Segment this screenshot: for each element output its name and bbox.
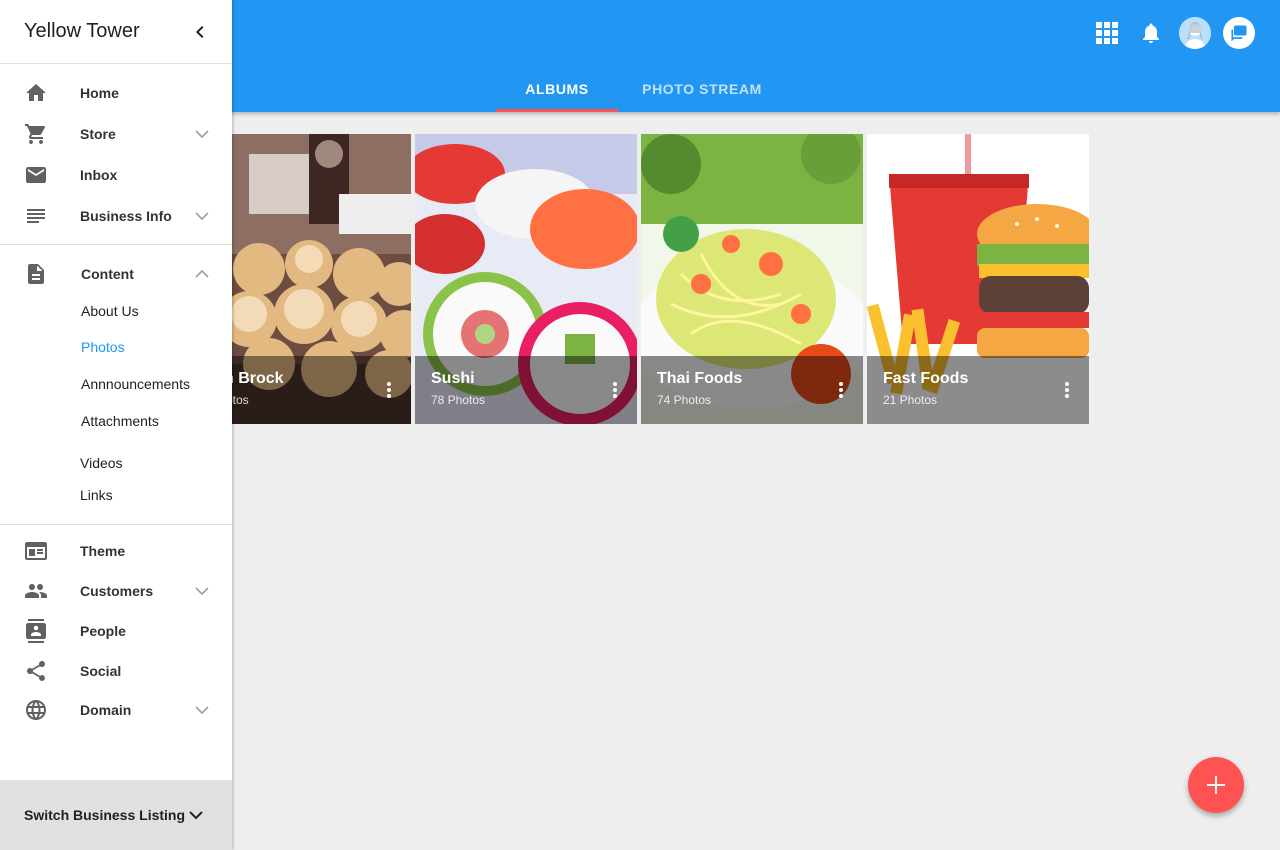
sidebar-item-social[interactable]: Social — [0, 651, 232, 691]
album-title: Thai Foods — [657, 370, 743, 387]
switch-business-listing-button[interactable]: Switch Business Listing — [0, 780, 232, 850]
add-album-button[interactable] — [1188, 757, 1244, 813]
card-caption-overlay — [867, 356, 1089, 424]
document-icon — [28, 264, 44, 284]
plus-icon — [1207, 776, 1225, 794]
more-vert-icon[interactable] — [1057, 378, 1077, 402]
sidebar-item-inbox[interactable]: Inbox — [0, 155, 232, 195]
notifications-bell-icon[interactable] — [1134, 16, 1168, 50]
sidebar-item-label: People — [80, 623, 126, 639]
chevron-down-icon — [195, 587, 209, 596]
sidebar-item-theme[interactable]: Theme — [0, 531, 232, 571]
sidebar-item-domain[interactable]: Domain — [0, 690, 232, 730]
album-grid: n Brock otos Sushi 78 Photos Thai Foods … — [189, 134, 1093, 424]
album-photo-count: 78 Photos — [431, 393, 486, 407]
sidebar-divider — [0, 524, 232, 525]
album-title: Fast Foods — [883, 370, 969, 387]
chevron-down-icon — [195, 130, 209, 139]
shopping-cart-icon — [25, 124, 46, 144]
sidebar-item-label: Content — [81, 266, 134, 282]
sidebar-divider — [0, 244, 232, 245]
user-avatar[interactable] — [1178, 16, 1212, 50]
globe-icon — [26, 700, 46, 720]
album-photo-count: 74 Photos — [657, 393, 712, 407]
people-group-icon — [25, 584, 47, 598]
sidebar-subitem-videos[interactable]: Videos — [0, 447, 232, 479]
notes-icon — [27, 209, 45, 223]
mail-icon — [26, 167, 46, 183]
sidebar-item-label: Customers — [80, 583, 154, 599]
album-card[interactable]: Fast Foods 21 Photos — [867, 134, 1089, 424]
more-vert-icon[interactable] — [605, 378, 625, 402]
contact-card-icon — [26, 619, 46, 643]
sidebar-subitem-label: Attachments — [81, 413, 159, 429]
navigation-drawer: Yellow Tower Home Store Inbox Business I… — [0, 0, 232, 850]
sidebar-item-content[interactable]: Content — [0, 254, 232, 294]
chevron-down-icon — [189, 811, 203, 820]
sidebar-item-label: Domain — [80, 702, 132, 718]
chevron-left-icon[interactable] — [188, 20, 212, 44]
album-photo-count: 21 Photos — [883, 393, 938, 407]
sidebar-subitem-announcements[interactable]: Annnouncements — [0, 368, 232, 400]
sidebar-item-label: Business Info — [80, 208, 172, 224]
album-card[interactable]: Sushi 78 Photos — [415, 134, 637, 424]
sidebar-item-label: Store — [80, 126, 116, 142]
theme-icon — [25, 542, 47, 560]
sidebar-subitem-label: About Us — [81, 303, 139, 319]
drawer-header: Yellow Tower — [0, 0, 232, 64]
sidebar-subitem-photos[interactable]: Photos — [0, 331, 232, 363]
chevron-up-icon — [195, 269, 209, 278]
chevron-down-icon — [195, 212, 209, 221]
chevron-down-icon — [195, 706, 209, 715]
tab-photo-stream[interactable]: PHOTO STREAM — [618, 66, 786, 112]
app-bar-actions — [1080, 16, 1256, 50]
active-tab-indicator — [496, 109, 618, 112]
sidebar-item-people[interactable]: People — [0, 611, 232, 651]
sidebar-item-label: Inbox — [80, 167, 118, 183]
tab-bar: ALBUMS PHOTO STREAM — [496, 66, 786, 112]
album-card[interactable]: Thai Foods 74 Photos — [641, 134, 863, 424]
album-title: Sushi — [431, 370, 475, 387]
home-icon — [26, 84, 46, 101]
sidebar-item-home[interactable]: Home — [0, 73, 232, 113]
business-name: Yellow Tower — [24, 20, 140, 42]
apps-grid-icon[interactable] — [1090, 16, 1124, 50]
sidebar-subitem-label: Videos — [80, 455, 123, 471]
sidebar-subitem-links[interactable]: Links — [0, 479, 232, 511]
sidebar-subitem-label: Photos — [81, 339, 125, 355]
sidebar-subitem-attachments[interactable]: Attachments — [0, 405, 232, 437]
sidebar-subitem-label: Links — [80, 487, 113, 503]
card-caption-overlay — [641, 356, 863, 424]
sidebar-item-customers[interactable]: Customers — [0, 571, 232, 611]
tab-albums[interactable]: ALBUMS — [496, 66, 618, 112]
switch-business-listing-label: Switch Business Listing — [24, 807, 186, 823]
sidebar-item-label: Theme — [80, 543, 126, 559]
sidebar-subitem-label: Annnouncements — [81, 376, 190, 392]
chat-icon[interactable] — [1222, 16, 1256, 50]
card-caption-overlay — [415, 356, 637, 424]
sidebar-item-label: Social — [80, 663, 122, 679]
sidebar-item-business-info[interactable]: Business Info — [0, 196, 232, 236]
sidebar-item-label: Home — [80, 85, 119, 101]
sidebar-item-store[interactable]: Store — [0, 114, 232, 154]
sidebar-subitem-about-us[interactable]: About Us — [0, 295, 232, 327]
album-title: n Brock — [224, 370, 284, 387]
more-vert-icon[interactable] — [379, 378, 399, 402]
more-vert-icon[interactable] — [831, 378, 851, 402]
share-icon — [27, 661, 45, 681]
